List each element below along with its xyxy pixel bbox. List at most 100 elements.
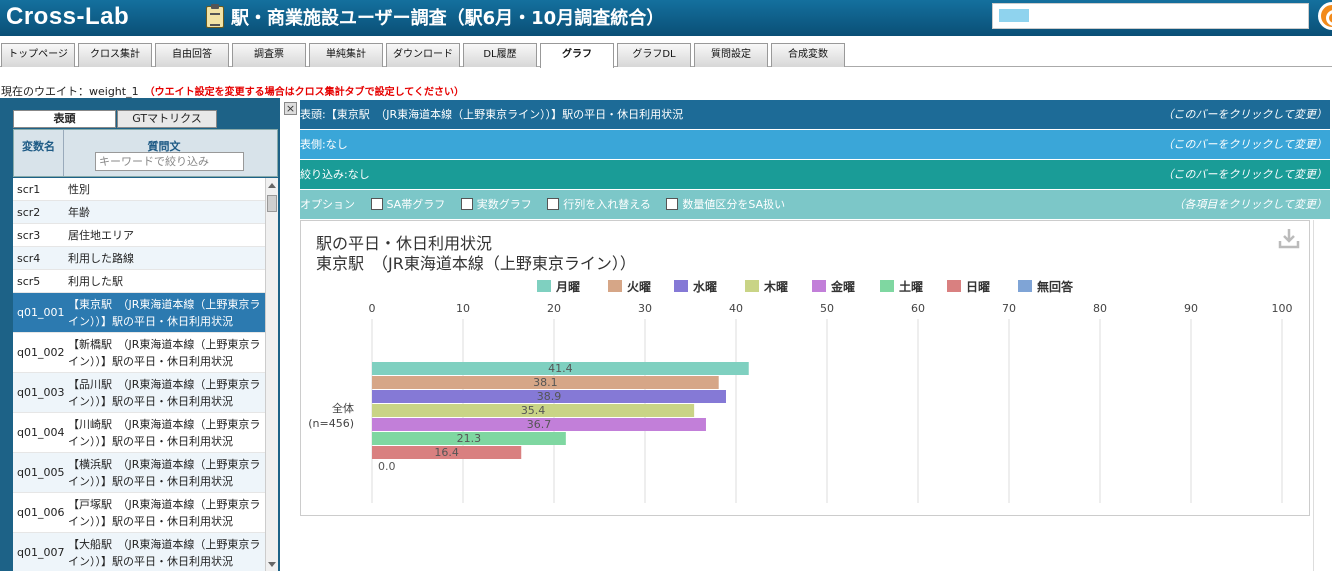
options-label: オプション <box>300 198 355 211</box>
var-text: 【大船駅 （JR東海道本線（上野東京ライン））】駅の平日・休日利用状況 <box>68 538 261 568</box>
checkbox[interactable] <box>666 198 679 210</box>
legend-swatch <box>812 280 826 292</box>
legend-swatch <box>537 280 551 292</box>
page-scrollbar[interactable] <box>1313 220 1332 571</box>
list-item[interactable]: q01_003 【品川駅 （JR東海道本線（上野東京ライン））】駅の平日・休日利用… <box>13 373 265 413</box>
tab-dl-history[interactable]: DL履歴 <box>463 43 537 67</box>
app-logo[interactable]: Cross-Lab <box>6 3 129 31</box>
variable-list-scrollbar[interactable] <box>265 178 278 571</box>
x-tick-label: 90 <box>1184 302 1198 315</box>
variable-list: scr1 性別 scr2 年齢 scr3 居住地エリア scr4 利用した路線 scr5… <box>13 178 265 571</box>
option-swap-rows-cols[interactable]: 行列を入れ替える <box>547 190 651 219</box>
variable-panel-tabs: 表頭 GTマトリクス <box>13 110 218 128</box>
var-id: scr5 <box>17 275 41 288</box>
head-setting-text: 表頭:【東京駅 （JR東海道本線（上野東京ライン））】駅の平日・休日利用状況 <box>300 108 684 121</box>
legend-label: 金曜 <box>830 279 855 294</box>
var-text: 居住地エリア <box>68 229 134 242</box>
weight-label: 現在のウエイト：weight_1 <box>1 85 139 98</box>
legend-label: 日曜 <box>966 280 990 294</box>
list-item[interactable]: q01_006 【戸塚駅 （JR東海道本線（上野東京ライン））】駅の平日・休日利用… <box>13 493 265 533</box>
tab-graph-dl[interactable]: グラフDL <box>617 43 691 67</box>
x-tick-label: 10 <box>456 302 470 315</box>
head-setting-hint: （このバーをクリックして変更） <box>1162 108 1327 121</box>
side-setting-text: 表側:なし <box>300 138 348 151</box>
x-tick-label: 30 <box>638 302 652 315</box>
checkbox[interactable] <box>460 198 473 210</box>
var-text: 【横浜駅 （JR東海道本線（上野東京ライン））】駅の平日・休日利用状況 <box>68 458 261 488</box>
list-item[interactable]: scr4 利用した路線 <box>13 247 265 270</box>
scroll-down-icon[interactable] <box>268 562 276 567</box>
list-item[interactable]: q01_007 【大船駅 （JR東海道本線（上野東京ライン））】駅の平日・休日利用… <box>13 533 265 571</box>
var-id: q01_002 <box>17 346 65 359</box>
category-label: (n=456) <box>308 417 354 430</box>
category-label: 全体 <box>332 401 354 415</box>
x-tick-label: 50 <box>820 302 834 315</box>
option-quantity-as-sa[interactable]: 数量値区分をSA扱い <box>666 190 785 219</box>
tab-graph[interactable]: グラフ <box>540 43 614 68</box>
var-id: scr1 <box>17 183 41 196</box>
x-tick-label: 70 <box>1002 302 1016 315</box>
tab-simple[interactable]: 単純集計 <box>309 43 383 67</box>
x-tick-label: 60 <box>911 302 925 315</box>
data-label: 16.4 <box>434 446 459 459</box>
chart-plot: 月曜 火曜 水曜 木曜 金曜 土曜 日曜 無回答 0 10 20 30 40 50 60 70 80 90 100 全… <box>308 279 1293 503</box>
data-label: 21.3 <box>457 432 482 445</box>
keyword-filter-input[interactable] <box>95 152 244 171</box>
clipboard-icon <box>206 4 224 28</box>
filter-setting-bar[interactable]: 絞り込み:なし （このバーをクリックして変更） <box>300 160 1330 189</box>
data-label: 38.1 <box>533 376 558 389</box>
data-label: 41.4 <box>548 362 573 375</box>
list-item-selected[interactable]: q01_001 【東京駅 （JR東海道本線（上野東京ライン））】駅の平日・休日利用… <box>13 293 265 333</box>
legend-label: 土曜 <box>899 279 923 294</box>
tab-questionnaire[interactable]: 調査票 <box>232 43 306 67</box>
help-icon[interactable] <box>1318 2 1332 30</box>
list-item[interactable]: q01_005 【横浜駅 （JR東海道本線（上野東京ライン））】駅の平日・休日利用… <box>13 453 265 493</box>
x-tick-label: 100 <box>1272 302 1293 315</box>
list-item[interactable]: scr1 性別 <box>13 178 265 201</box>
legend-label: 木曜 <box>763 279 788 294</box>
tab-download[interactable]: ダウンロード <box>386 43 460 67</box>
head-setting-bar[interactable]: 表頭:【東京駅 （JR東海道本線（上野東京ライン））】駅の平日・休日利用状況 （… <box>300 100 1330 129</box>
list-item[interactable]: scr2 年齢 <box>13 201 265 224</box>
side-setting-hint: （このバーをクリックして変更） <box>1162 138 1327 151</box>
checkbox[interactable] <box>547 198 560 210</box>
legend-label: 無回答 <box>1037 279 1074 294</box>
var-text: 年齢 <box>68 206 90 219</box>
var-id: scr3 <box>17 229 41 242</box>
header-search-input[interactable] <box>992 3 1309 29</box>
page-title: 駅・商業施設ユーザー調査（駅6月・10月調査統合） <box>231 8 665 29</box>
list-item[interactable]: scr3 居住地エリア <box>13 224 265 247</box>
tab-question-settings[interactable]: 質問設定 <box>694 43 768 67</box>
option-label: 実数グラフ <box>476 198 532 211</box>
side-setting-bar[interactable]: 表側:なし （このバーをクリックして変更） <box>300 130 1330 159</box>
tab-free-answer[interactable]: 自由回答 <box>155 43 229 67</box>
x-tick-label: 40 <box>729 302 743 315</box>
option-label: 行列を入れ替える <box>563 198 651 211</box>
tab-cross[interactable]: クロス集計 <box>78 43 152 67</box>
app-header: Cross-Lab 駅・商業施設ユーザー調査（駅6月・10月調査統合） <box>0 0 1332 36</box>
var-id: scr4 <box>17 252 41 265</box>
search-highlight <box>999 9 1029 22</box>
var-text: 利用した駅 <box>68 275 123 288</box>
var-text: 【新橋駅 （JR東海道本線（上野東京ライン））】駅の平日・休日利用状況 <box>68 338 261 368</box>
option-actual-count[interactable]: 実数グラフ <box>460 190 532 219</box>
options-hint: （各項目をクリックして変更） <box>1173 198 1327 211</box>
tab-top[interactable]: トップページ <box>1 43 75 67</box>
x-tick-label: 0 <box>369 302 376 315</box>
list-item[interactable]: q01_002 【新橋駅 （JR東海道本線（上野東京ライン））】駅の平日・休日利用… <box>13 333 265 373</box>
data-label: 36.7 <box>527 418 552 431</box>
main-tabs: トップページ クロス集計 自由回答 調査票 単純集計 ダウンロード DL履歴 グ… <box>0 43 1332 68</box>
option-sa-band[interactable]: SA帯グラフ <box>370 190 445 219</box>
tab-composite-var[interactable]: 合成変数 <box>771 43 845 67</box>
list-item[interactable]: q01_004 【川崎駅 （JR東海道本線（上野東京ライン））】駅の平日・休日利用… <box>13 413 265 453</box>
scroll-up-icon[interactable] <box>268 183 276 188</box>
tab-head[interactable]: 表頭 <box>13 110 116 128</box>
legend-swatch <box>745 280 759 292</box>
close-panel-button[interactable]: × <box>284 102 297 115</box>
legend-label: 火曜 <box>627 280 651 294</box>
scroll-thumb[interactable] <box>267 195 277 212</box>
list-item[interactable]: scr5 利用した駅 <box>13 270 265 293</box>
tab-gt-matrix[interactable]: GTマトリクス <box>117 110 217 128</box>
legend-label: 月曜 <box>555 280 580 294</box>
checkbox[interactable] <box>370 198 383 210</box>
